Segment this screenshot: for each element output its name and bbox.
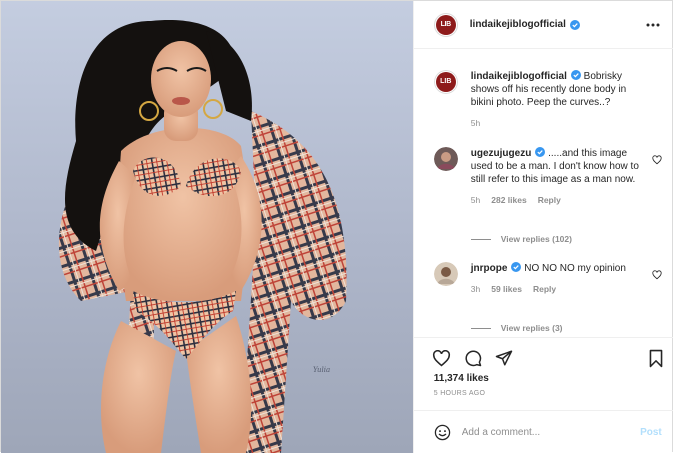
caption-username[interactable]: lindaikejiblogofficial bbox=[471, 71, 567, 82]
save-button[interactable] bbox=[648, 349, 664, 368]
reply-button[interactable]: Reply bbox=[538, 194, 561, 207]
comment-input[interactable] bbox=[461, 427, 632, 438]
action-bar bbox=[432, 347, 664, 369]
emoji-icon bbox=[434, 424, 450, 441]
comment-body: ugezujugezu .....and this image used to … bbox=[471, 147, 651, 207]
comment-meta: 5h 282 likes Reply bbox=[471, 194, 651, 207]
like-comment-heart-icon[interactable] bbox=[652, 155, 662, 165]
view-replies-label: View replies (102) bbox=[500, 234, 572, 244]
caption-avatar[interactable]: LIB bbox=[433, 70, 458, 94]
author-avatar[interactable]: LIB bbox=[433, 12, 458, 37]
comment-text: NO NO NO my opinion bbox=[524, 263, 626, 274]
send-icon bbox=[495, 350, 513, 366]
comment-time[interactable]: 3h bbox=[471, 283, 480, 296]
post-image bbox=[58, 20, 347, 453]
comment-likes[interactable]: 282 likes bbox=[491, 194, 526, 207]
verified-badge-icon bbox=[535, 147, 546, 157]
caption-body: lindaikejiblogofficial Bobrisky shows of… bbox=[471, 70, 651, 130]
author-avatar-logo: LIB bbox=[435, 14, 456, 35]
comment-username[interactable]: ugezujugezu bbox=[471, 148, 532, 159]
like-count[interactable]: 11,374 likes bbox=[434, 373, 489, 384]
user-avatar-image bbox=[433, 147, 458, 171]
comment-time[interactable]: 5h bbox=[471, 194, 480, 207]
author-username[interactable]: lindaikejiblogofficial bbox=[470, 19, 566, 30]
post-actions: 11,374 likes 5 HOURS AGO Post bbox=[413, 337, 673, 454]
post-photo[interactable]: Yulia bbox=[1, 1, 413, 453]
post-timestamp[interactable]: 5 HOURS AGO bbox=[434, 390, 486, 397]
comment-avatar[interactable] bbox=[433, 262, 458, 286]
caption-time[interactable]: 5h bbox=[471, 117, 480, 130]
verified-badge-icon bbox=[511, 262, 522, 272]
more-options-button[interactable] bbox=[644, 16, 662, 34]
post-header: LIB lindaikejiblogofficial bbox=[413, 1, 673, 49]
more-horizontal-icon bbox=[646, 23, 660, 26]
like-button[interactable] bbox=[432, 349, 451, 367]
comment-button[interactable] bbox=[464, 349, 482, 367]
comment-item: jnrpope NO NO NO my opinion 3h 59 likes … bbox=[433, 262, 666, 296]
photo-watermark: Yulia bbox=[313, 366, 331, 374]
post-sidebar: LIB lindaikejiblogofficial LIB lindaikej… bbox=[412, 1, 673, 454]
view-replies-button[interactable]: View replies (3) bbox=[470, 323, 563, 333]
reply-button[interactable]: Reply bbox=[533, 283, 556, 296]
emoji-button[interactable] bbox=[434, 424, 451, 441]
instagram-post: Yulia LIB lindaikejiblogofficial LIB lin… bbox=[0, 0, 673, 454]
comments-list[interactable]: LIB lindaikejiblogofficial Bobrisky show… bbox=[414, 50, 673, 337]
verified-badge-icon bbox=[569, 19, 580, 30]
post-comment-button[interactable]: Post bbox=[640, 427, 662, 438]
comment-avatar[interactable] bbox=[433, 147, 458, 171]
replies-divider bbox=[470, 327, 491, 329]
caption-avatar-logo: LIB bbox=[435, 72, 456, 92]
heart-icon bbox=[432, 349, 450, 366]
caption-meta: 5h bbox=[471, 117, 651, 130]
comment-icon bbox=[465, 350, 482, 367]
view-replies-label: View replies (3) bbox=[500, 323, 563, 333]
comment-body: jnrpope NO NO NO my opinion 3h 59 likes … bbox=[471, 262, 651, 296]
comment-likes[interactable]: 59 likes bbox=[491, 283, 522, 296]
comment-meta: 3h 59 likes Reply bbox=[471, 283, 651, 296]
post-caption: LIB lindaikejiblogofficial Bobrisky show… bbox=[433, 70, 666, 130]
comment-username[interactable]: jnrpope bbox=[471, 263, 508, 274]
bookmark-icon bbox=[649, 349, 663, 367]
comment-item: ugezujugezu .....and this image used to … bbox=[433, 147, 666, 207]
replies-divider bbox=[470, 238, 491, 240]
add-comment-bar: Post bbox=[413, 410, 673, 454]
view-replies-button[interactable]: View replies (102) bbox=[470, 234, 572, 244]
like-comment-heart-icon[interactable] bbox=[652, 270, 662, 280]
share-button[interactable] bbox=[495, 349, 513, 367]
verified-badge-icon bbox=[570, 70, 581, 80]
user-avatar-image bbox=[433, 262, 458, 286]
